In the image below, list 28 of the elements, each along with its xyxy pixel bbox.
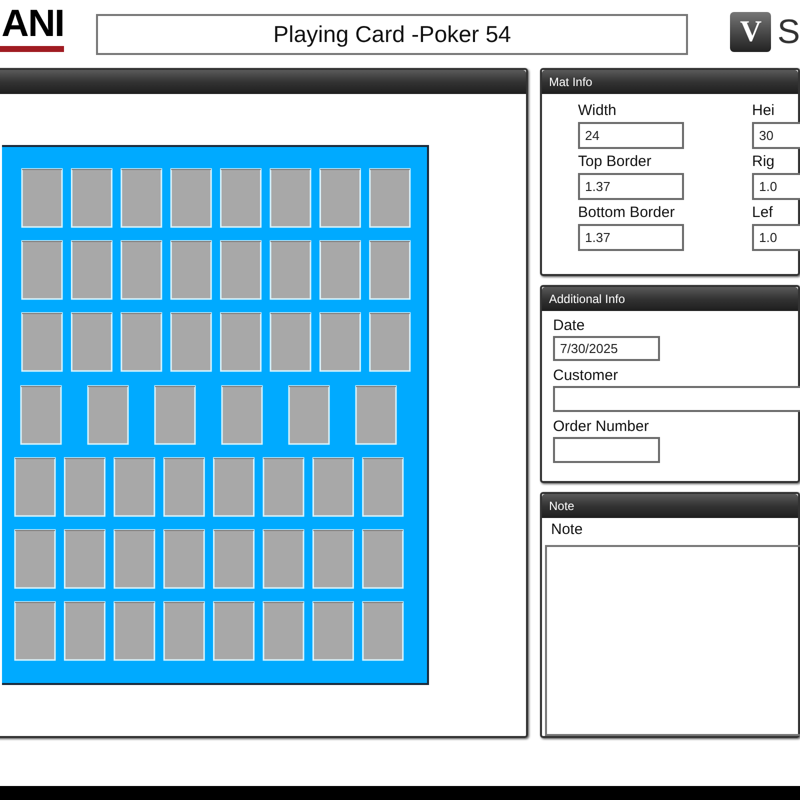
field-label: Customer bbox=[553, 366, 620, 385]
logo-underline bbox=[0, 46, 64, 52]
title-text: Playing Card -Poker 54 bbox=[273, 20, 512, 50]
panel-title: Note bbox=[549, 500, 574, 512]
brand-badge: V bbox=[730, 12, 772, 52]
panel-title: Mat Info bbox=[549, 76, 592, 88]
input-field[interactable] bbox=[553, 436, 660, 463]
input-field[interactable]: 1.37 bbox=[578, 173, 684, 200]
logo-text: ANI bbox=[2, 4, 64, 44]
input-field[interactable]: 1.37 bbox=[578, 224, 684, 251]
panel-title: Additional Info bbox=[549, 292, 626, 305]
note-label: Note bbox=[550, 520, 584, 539]
input-field[interactable]: 7/30/2025 bbox=[553, 336, 660, 361]
field-label: Order Number bbox=[553, 418, 650, 436]
note-field[interactable] bbox=[545, 544, 800, 736]
field-label: Width bbox=[578, 102, 618, 120]
brand-text: S bbox=[777, 15, 800, 49]
field-label: Date bbox=[553, 316, 586, 335]
field-label: Hei bbox=[752, 102, 776, 120]
input-field[interactable]: 1.0 bbox=[752, 224, 800, 251]
input-field[interactable]: 1.0 bbox=[752, 173, 800, 200]
field-label: Bottom Border bbox=[578, 204, 676, 222]
input-field[interactable] bbox=[553, 386, 800, 412]
field-label: Rig bbox=[752, 153, 776, 171]
input-field[interactable]: 30 bbox=[752, 122, 800, 149]
input-field[interactable]: 24 bbox=[578, 122, 684, 149]
field-label: Top Border bbox=[578, 153, 652, 171]
field-label: Lef bbox=[752, 204, 774, 222]
